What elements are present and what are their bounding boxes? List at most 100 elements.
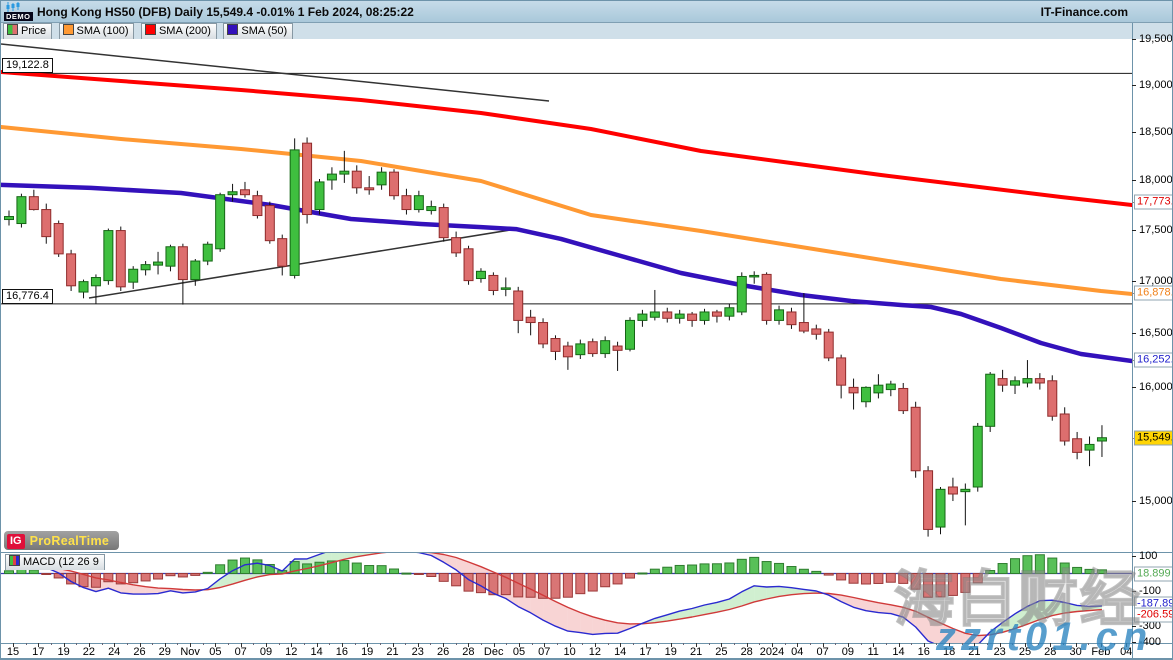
legend-tab-sma50[interactable]: SMA (50) <box>223 23 293 39</box>
date-label: 19 <box>57 646 69 658</box>
demo-badge: DEMO <box>4 12 33 21</box>
date-minor-tick <box>127 643 128 645</box>
price-flag-label: 15,549.. <box>1134 430 1173 445</box>
date-label: 17 <box>32 646 44 658</box>
date-minor-tick <box>709 643 710 645</box>
date-minor-tick <box>759 643 760 645</box>
date-minor-tick <box>76 643 77 645</box>
legend-label: Price <box>21 25 46 37</box>
date-minor-tick <box>380 643 381 645</box>
legend-tab-sma200[interactable]: SMA (200) <box>141 23 217 39</box>
date-label: Dec <box>484 646 504 658</box>
date-label: 16 <box>336 646 348 658</box>
macd-legend-tab[interactable]: MACD (12 26 9 <box>3 554 105 572</box>
date-label: 05 <box>209 646 221 658</box>
axis-tick <box>1132 180 1136 181</box>
axis-tick-label: 19,500 <box>1139 33 1173 45</box>
date-label: 04 <box>791 646 803 658</box>
axis-tick-label: -100 <box>1139 585 1161 597</box>
sma100-chip-icon <box>63 24 74 35</box>
provider-link[interactable]: IT-Finance.com <box>1041 5 1128 19</box>
date-label: 16 <box>918 646 930 658</box>
date-label: 2024 <box>760 646 784 658</box>
date-label: 28 <box>741 646 753 658</box>
date-minor-tick <box>177 643 178 645</box>
date-minor-tick <box>253 643 254 645</box>
date-minor-tick <box>785 643 786 645</box>
level-label: 19,122.8 <box>2 58 53 73</box>
axis-tick-label: 19,000 <box>1139 79 1173 91</box>
prorealtime-logo[interactable]: IG ProRealTime <box>4 531 119 550</box>
price-flag-label: 17,773.. <box>1134 195 1173 210</box>
date-minor-tick <box>835 643 836 645</box>
axis-tick-label: 18,500 <box>1139 126 1173 138</box>
date-label: Nov <box>180 646 200 658</box>
axis-tick <box>1132 230 1136 231</box>
axis-tick <box>1132 501 1136 502</box>
date-label: 14 <box>310 646 322 658</box>
date-minor-tick <box>51 643 52 645</box>
axis-tick <box>1132 333 1136 334</box>
sma50-chip-icon <box>227 24 238 35</box>
header-bar: DEMO Hong Kong HS50 (DFB) Daily 15,549.4… <box>1 1 1173 23</box>
date-label: 05 <box>513 646 525 658</box>
legend-tab-sma100[interactable]: SMA (100) <box>59 23 135 39</box>
date-minor-tick <box>911 643 912 645</box>
date-label: 12 <box>285 646 297 658</box>
watermark-url: zzrt01.cn <box>936 615 1152 660</box>
price-flag-label: 16,878.. <box>1134 286 1173 301</box>
ig-logo: IG <box>7 534 25 549</box>
axis-tick <box>1132 387 1136 388</box>
prorealtime-label: ProRealTime <box>30 534 110 548</box>
date-label: 21 <box>386 646 398 658</box>
instrument-title: Hong Kong HS50 (DFB) Daily 15,549.4 -0.0… <box>37 5 414 19</box>
legend-tab-price[interactable]: Price <box>3 23 52 39</box>
date-minor-tick <box>102 643 103 645</box>
date-minor-tick <box>658 643 659 645</box>
date-minor-tick <box>304 643 305 645</box>
date-label: 25 <box>715 646 727 658</box>
date-label: 09 <box>260 646 272 658</box>
date-label: 07 <box>816 646 828 658</box>
date-label: 12 <box>589 646 601 658</box>
date-minor-tick <box>810 643 811 645</box>
legend-label: SMA (200) <box>159 25 211 37</box>
date-label: 17 <box>639 646 651 658</box>
date-label: 26 <box>437 646 449 658</box>
macd-label: MACD (12 26 9 <box>23 556 99 568</box>
axis-tick <box>1132 281 1136 282</box>
date-minor-tick <box>861 643 862 645</box>
date-minor-tick <box>532 643 533 645</box>
date-label: 29 <box>159 646 171 658</box>
date-minor-tick <box>683 643 684 645</box>
legend-row: Price SMA (100) SMA (200) SMA (50) <box>1 23 1173 39</box>
sma200-chip-icon <box>145 24 156 35</box>
date-minor-tick <box>279 643 280 645</box>
date-label: 14 <box>892 646 904 658</box>
date-label: 22 <box>83 646 95 658</box>
axis-tick-label: 18,000 <box>1139 174 1173 186</box>
date-label: 19 <box>665 646 677 658</box>
mini-candlestick-icon <box>6 2 22 12</box>
trading-chart-window: DEMO Hong Kong HS50 (DFB) Daily 15,549.4… <box>0 0 1173 660</box>
date-minor-tick <box>557 643 558 645</box>
date-label: 28 <box>462 646 474 658</box>
legend-label: SMA (100) <box>77 25 129 37</box>
macd-chip-icon <box>9 555 20 566</box>
price-flag-label: 16,252.. <box>1134 352 1173 367</box>
price-chart-canvas[interactable] <box>1 39 1132 552</box>
date-minor-tick <box>582 643 583 645</box>
price-chip-icon <box>7 24 18 35</box>
date-minor-tick <box>456 643 457 645</box>
date-label: 21 <box>690 646 702 658</box>
date-minor-tick <box>26 643 27 645</box>
date-minor-tick <box>633 643 634 645</box>
date-label: 07 <box>538 646 550 658</box>
date-minor-tick <box>886 643 887 645</box>
date-minor-tick <box>152 643 153 645</box>
date-minor-tick <box>481 643 482 645</box>
date-label: 07 <box>235 646 247 658</box>
date-minor-tick <box>228 643 229 645</box>
date-label: 10 <box>563 646 575 658</box>
legend-label: SMA (50) <box>241 25 287 37</box>
